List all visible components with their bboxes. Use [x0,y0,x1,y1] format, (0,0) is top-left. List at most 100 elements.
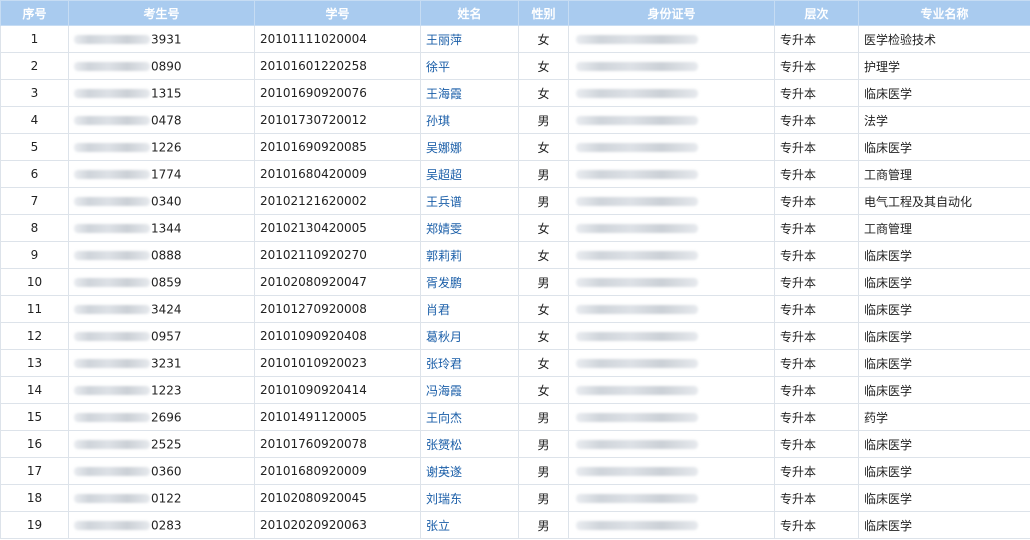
exam-number-suffix: 1774 [151,167,182,182]
table-row: 17 0360 20101680920009 谢英遂 男 专升本 临床医学 [0,457,1030,485]
redacted-blur [74,412,150,422]
redacted-blur [576,89,698,98]
major-name: 临床医学 [858,457,1030,485]
student-id: 20102130420005 [254,214,421,242]
exam-number: 0283 [68,511,255,539]
student-name-cell: 郑婧雯 [420,214,519,242]
exam-number-suffix: 2696 [151,410,182,425]
student-name-link[interactable]: 徐平 [426,60,450,74]
gender: 女 [518,25,569,53]
student-name-cell: 孙琪 [420,106,519,134]
education-level: 专升本 [774,214,859,242]
id-card-number [568,187,775,215]
education-level: 专升本 [774,295,859,323]
student-name-link[interactable]: 吴超超 [426,168,462,182]
row-index: 4 [0,106,69,134]
student-id: 20101730720012 [254,106,421,134]
id-card-number [568,430,775,458]
student-name-cell: 刘瑞东 [420,484,519,512]
student-name-link[interactable]: 胥发鹏 [426,276,462,290]
gender: 女 [518,133,569,161]
student-name-cell: 吴娜娜 [420,133,519,161]
major-name: 临床医学 [858,376,1030,404]
student-id: 20101090920414 [254,376,421,404]
student-name-link[interactable]: 王向杰 [426,411,462,425]
table-row: 3 1315 20101690920076 王海霞 女 专升本 临床医学 [0,79,1030,107]
student-id: 20102121620002 [254,187,421,215]
table-row: 9 0888 20102110920270 郭莉莉 女 专升本 临床医学 [0,241,1030,269]
row-index: 16 [0,430,69,458]
student-name-link[interactable]: 张赟松 [426,438,462,452]
redacted-blur [576,440,698,449]
student-name-link[interactable]: 张玲君 [426,357,462,371]
exam-number: 1223 [68,376,255,404]
exam-number: 0890 [68,52,255,80]
major-name: 临床医学 [858,484,1030,512]
redacted-blur [74,439,150,449]
education-level: 专升本 [774,322,859,350]
student-name-link[interactable]: 吴娜娜 [426,141,462,155]
student-name-link[interactable]: 冯海霞 [426,384,462,398]
redacted-blur [74,115,150,125]
redacted-blur [576,143,698,152]
education-level: 专升本 [774,268,859,296]
exam-number: 0122 [68,484,255,512]
student-name-link[interactable]: 谢英遂 [426,465,462,479]
student-name-link[interactable]: 郭莉莉 [426,249,462,263]
row-index: 5 [0,133,69,161]
student-name-cell: 王海霞 [420,79,519,107]
table-row: 7 0340 20102121620002 王兵谱 男 专升本 电气工程及其自动化 [0,187,1030,215]
student-name-link[interactable]: 王兵谱 [426,195,462,209]
student-id: 20101010920023 [254,349,421,377]
exam-number: 0478 [68,106,255,134]
student-name-link[interactable]: 王海霞 [426,87,462,101]
major-name: 电气工程及其自动化 [858,187,1030,215]
major-name: 临床医学 [858,268,1030,296]
exam-number-suffix: 0888 [151,248,182,263]
student-name-link[interactable]: 孙琪 [426,114,450,128]
student-id: 20101270920008 [254,295,421,323]
student-id: 20101690920085 [254,133,421,161]
table-row: 13 3231 20101010920023 张玲君 女 专升本 临床医学 [0,349,1030,377]
education-level: 专升本 [774,349,859,377]
exam-number-suffix: 1226 [151,140,182,155]
student-name-cell: 王兵谱 [420,187,519,215]
student-id: 20101690920076 [254,79,421,107]
header-exam-number: 考生号 [68,0,255,26]
id-card-number [568,376,775,404]
student-id: 20102020920063 [254,511,421,539]
row-index: 1 [0,25,69,53]
exam-number-suffix: 0360 [151,464,182,479]
exam-number-suffix: 1315 [151,86,182,101]
exam-number: 2696 [68,403,255,431]
id-card-number [568,484,775,512]
education-level: 专升本 [774,160,859,188]
student-name-cell: 肖君 [420,295,519,323]
row-index: 15 [0,403,69,431]
header-major: 专业名称 [858,0,1030,26]
redacted-blur [576,494,698,503]
table-row: 12 0957 20101090920408 葛秋月 女 专升本 临床医学 [0,322,1030,350]
exam-number-suffix: 3231 [151,356,182,371]
id-card-number [568,160,775,188]
row-index: 13 [0,349,69,377]
table-row: 11 3424 20101270920008 肖君 女 专升本 临床医学 [0,295,1030,323]
student-name-link[interactable]: 葛秋月 [426,330,462,344]
student-name-cell: 葛秋月 [420,322,519,350]
student-name-link[interactable]: 肖君 [426,303,450,317]
major-name: 工商管理 [858,214,1030,242]
student-id: 20101680420009 [254,160,421,188]
id-card-number [568,79,775,107]
student-name-link[interactable]: 张立 [426,519,450,533]
student-name-link[interactable]: 王丽萍 [426,33,462,47]
exam-number-suffix: 0890 [151,59,182,74]
redacted-blur [74,493,150,503]
student-name-link[interactable]: 刘瑞东 [426,492,462,506]
table-row: 5 1226 20101690920085 吴娜娜 女 专升本 临床医学 [0,133,1030,161]
gender: 男 [518,160,569,188]
student-name-link[interactable]: 郑婧雯 [426,222,462,236]
id-card-number [568,52,775,80]
redacted-blur [576,197,698,206]
id-card-number [568,241,775,269]
student-name-cell: 王丽萍 [420,25,519,53]
